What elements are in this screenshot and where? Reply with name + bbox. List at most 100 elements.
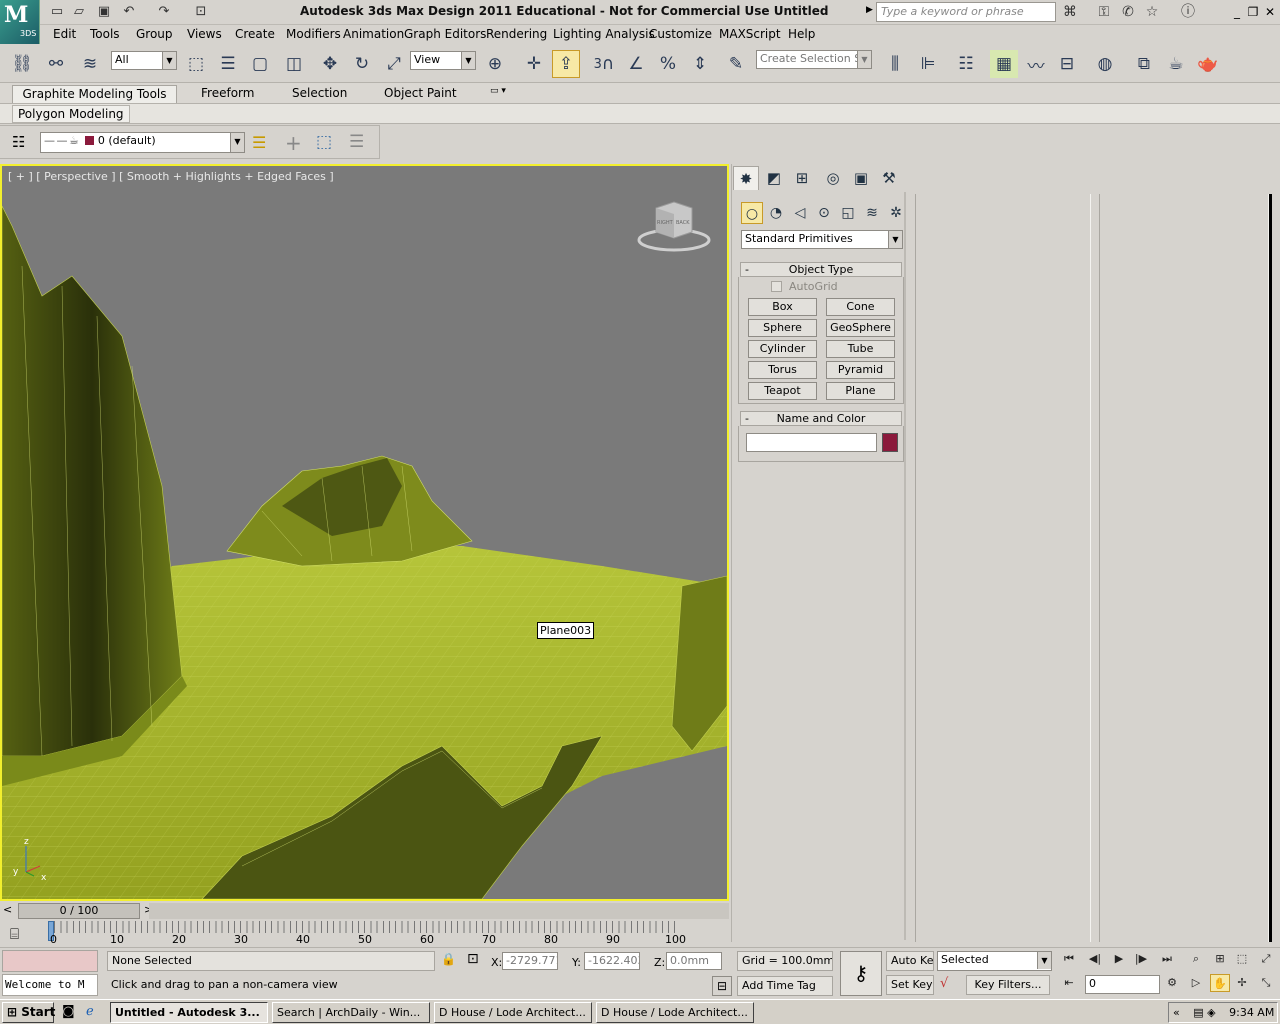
- pyramid-button[interactable]: Pyramid: [826, 361, 895, 379]
- task-d-house-1[interactable]: D House / Lode Architect...: [434, 1002, 592, 1023]
- geosphere-button[interactable]: GeoSphere: [826, 319, 895, 337]
- viewport-label[interactable]: [ + ] [ Perspective ] [ Smooth + Highlig…: [8, 170, 334, 183]
- auto-key-button[interactable]: Auto Key: [886, 951, 934, 971]
- ribbon-options-icon[interactable]: ▭ ▾: [482, 85, 514, 103]
- select-and-scale-icon[interactable]: ⤢: [380, 50, 408, 78]
- goto-start-icon[interactable]: ⏮: [1059, 950, 1079, 968]
- select-and-manipulate-icon[interactable]: ✛: [520, 50, 548, 78]
- rendered-frame-window-icon[interactable]: ☕: [1162, 50, 1190, 78]
- sphere-button[interactable]: Sphere: [748, 319, 817, 337]
- panel-scrollbar[interactable]: [904, 192, 906, 940]
- lights-icon[interactable]: ◁: [789, 202, 811, 224]
- menu-rendering[interactable]: Rendering: [486, 27, 547, 41]
- add-time-tag-button[interactable]: Add Time Tag: [737, 976, 833, 996]
- object-category-dropdown[interactable]: Standard Primitives ▼: [741, 230, 903, 249]
- window-crossing-icon[interactable]: ◫: [280, 50, 308, 78]
- render-production-icon[interactable]: 🫖: [1194, 50, 1222, 78]
- schematic-view-icon[interactable]: ⊟: [1053, 50, 1081, 78]
- key-mode-dropdown[interactable]: Selected ▼: [937, 951, 1052, 971]
- graphite-toggle-icon[interactable]: ▦: [990, 50, 1018, 78]
- menu-group[interactable]: Group: [136, 27, 173, 41]
- set-current-layer-icon[interactable]: ☰: [349, 132, 364, 152]
- play-icon[interactable]: ▶: [1109, 950, 1129, 968]
- current-frame-spinner[interactable]: 0: [1085, 975, 1160, 994]
- internet-explorer-icon[interactable]: ℯ: [86, 1004, 94, 1019]
- name-color-rollout-header[interactable]: - Name and Color: [740, 411, 902, 426]
- set-keys-key-icon[interactable]: ⚷: [840, 951, 882, 996]
- motion-tab-icon[interactable]: ◎: [820, 166, 846, 190]
- menu-help[interactable]: Help: [788, 27, 815, 41]
- menu-modifiers[interactable]: Modifiers: [286, 27, 341, 41]
- spinner-snap-icon[interactable]: ⇕: [686, 50, 714, 78]
- space-warps-icon[interactable]: ≋: [861, 202, 883, 224]
- select-by-name-icon[interactable]: ☰: [214, 50, 242, 78]
- snaps-toggle-icon[interactable]: 3 ∩: [590, 50, 618, 78]
- menu-lighting-analysis[interactable]: Lighting Analysis: [553, 27, 655, 41]
- curve-editor-icon[interactable]: 〰: [1022, 50, 1050, 78]
- restore-icon[interactable]: ❐: [1244, 3, 1262, 21]
- key-filters-button[interactable]: Key Filters...: [966, 975, 1050, 995]
- search-input[interactable]: Type a keyword or phrase: [876, 2, 1056, 22]
- autogrid-checkbox[interactable]: [771, 281, 782, 292]
- menu-animation[interactable]: Animation: [343, 27, 404, 41]
- add-to-layer-icon[interactable]: +: [285, 131, 302, 155]
- tab-object-paint[interactable]: Object Paint: [376, 85, 465, 103]
- pan-hand-icon[interactable]: ✋: [1210, 974, 1230, 992]
- cone-button[interactable]: Cone: [826, 298, 895, 316]
- rectangular-selection-icon[interactable]: ▢: [246, 50, 274, 78]
- time-slider[interactable]: 0 / 100: [18, 903, 140, 919]
- reference-coordinate-dropdown[interactable]: View ▼: [410, 51, 476, 70]
- menu-graph-editors[interactable]: Graph Editors: [404, 27, 486, 41]
- goto-end-icon[interactable]: ⏭: [1157, 950, 1177, 968]
- percent-snap-icon[interactable]: %: [654, 50, 682, 78]
- start-button[interactable]: ⊞ Start: [2, 1002, 55, 1023]
- menu-edit[interactable]: Edit: [53, 27, 76, 41]
- display-tab-icon[interactable]: ▣: [848, 166, 874, 190]
- select-and-move-icon[interactable]: ✥: [316, 50, 344, 78]
- tab-freeform[interactable]: Freeform: [193, 85, 262, 103]
- communication-center-icon[interactable]: ⚿: [1094, 3, 1114, 21]
- application-button[interactable]: M 3DS: [0, 0, 40, 44]
- maxscript-mini-listener[interactable]: Welcome to M: [2, 974, 98, 996]
- maxscript-mini-listener-pink[interactable]: [2, 950, 98, 972]
- z-coord-input[interactable]: 0.0mm: [666, 952, 722, 970]
- timeline-prev-icon[interactable]: <: [3, 903, 12, 916]
- maximize-viewport-icon[interactable]: ⤡: [1256, 974, 1276, 992]
- angle-snap-icon[interactable]: ∠: [622, 50, 650, 78]
- teapot-button[interactable]: Teapot: [748, 382, 817, 400]
- time-tag-icon[interactable]: ⊟: [712, 976, 732, 996]
- torus-button[interactable]: Torus: [748, 361, 817, 379]
- current-layer-dropdown[interactable]: — — ☕ 0 (default) ▼: [40, 132, 245, 153]
- plane-button[interactable]: Plane: [826, 382, 895, 400]
- create-tab-icon[interactable]: ✸: [733, 166, 759, 190]
- zoom-icon[interactable]: ⌕: [1186, 950, 1206, 968]
- shapes-icon[interactable]: ◔: [765, 202, 787, 224]
- task-archdaily-search[interactable]: Search | ArchDaily - Win...: [272, 1002, 430, 1023]
- track-bar[interactable]: 0 10 20 30 40 50 60 70 80 90 100: [48, 921, 730, 946]
- default-tangent-icon[interactable]: √: [940, 976, 948, 991]
- tab-graphite-modeling-tools[interactable]: Graphite Modeling Tools: [12, 85, 177, 103]
- menu-create[interactable]: Create: [235, 27, 275, 41]
- select-object-icon[interactable]: ⬚: [182, 50, 210, 78]
- satellite-icon[interactable]: ✆: [1118, 3, 1138, 21]
- cameras-icon[interactable]: ⊙: [813, 202, 835, 224]
- time-configuration-icon[interactable]: ⚙: [1162, 974, 1182, 992]
- layer-manager-icon[interactable]: ☷: [952, 50, 980, 78]
- zoom-extents-icon[interactable]: ⬚: [1232, 950, 1252, 968]
- tab-selection[interactable]: Selection: [284, 85, 355, 103]
- open-file-icon[interactable]: ▱: [70, 3, 88, 21]
- cylinder-button[interactable]: Cylinder: [748, 340, 817, 358]
- key-mode-toggle-icon[interactable]: ⇤: [1059, 974, 1079, 992]
- menu-maxscript[interactable]: MAXScript: [719, 27, 781, 41]
- render-setup-icon[interactable]: ⧉: [1130, 50, 1158, 78]
- select-and-link-icon[interactable]: ⛓: [8, 50, 36, 78]
- undo-icon[interactable]: ↶: [120, 3, 138, 21]
- show-desktop-icon[interactable]: ◙: [62, 1004, 75, 1019]
- orbit-icon[interactable]: ✢: [1232, 974, 1252, 992]
- object-name-input[interactable]: [746, 433, 877, 452]
- utilities-tab-icon[interactable]: ⚒: [876, 166, 902, 190]
- perspective-viewport[interactable]: [ + ] [ Perspective ] [ Smooth + Highlig…: [0, 164, 729, 901]
- named-selection-set-dropdown[interactable]: Create Selection Se ▼: [756, 50, 872, 69]
- y-coord-input[interactable]: -1622.403r: [584, 952, 640, 970]
- project-folder-icon[interactable]: ⊡: [192, 3, 210, 21]
